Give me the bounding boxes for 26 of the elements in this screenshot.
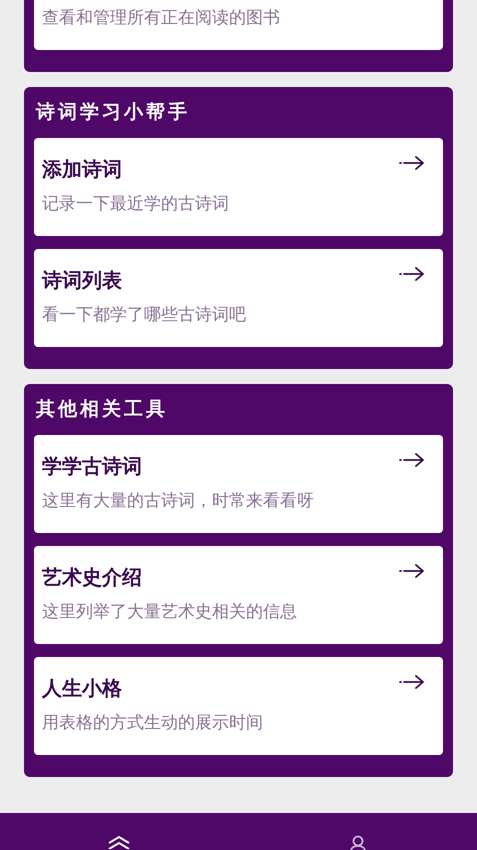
card-subtitle: 用表格的方式生动的展示时间: [42, 712, 263, 735]
card-subtitle: 查看和管理所有正在阅读的图书: [42, 8, 280, 28]
arrow-right-icon: [399, 267, 425, 281]
tool-card[interactable]: 添加诗词 记录一下最近学的古诗词: [34, 138, 443, 236]
card-title: 添加诗词: [42, 156, 123, 182]
card-title: 学学古诗词: [42, 453, 143, 479]
tool-card[interactable]: 诗词列表 看一下都学了哪些古诗词吧: [34, 249, 443, 347]
card-title: 艺术史介绍: [42, 564, 143, 590]
card-subtitle: 这里列举了大量艺术史相关的信息: [42, 601, 297, 624]
user-icon[interactable]: [350, 835, 366, 850]
card-subtitle: 记录一下最近学的古诗词: [42, 193, 229, 216]
arrow-right-icon: [399, 675, 425, 689]
arrow-right-icon: [399, 453, 425, 467]
chevrons-up-icon[interactable]: [107, 835, 132, 849]
card-subtitle: 看一下都学了哪些古诗词吧: [42, 304, 246, 327]
tool-card[interactable]: 艺术史介绍 这里列举了大量艺术史相关的信息: [34, 546, 443, 644]
card-title: 人生小格: [42, 675, 123, 701]
card-subtitle: 这里有大量的古诗词，时常来看看呀: [42, 490, 314, 513]
tool-card[interactable]: 学学古诗词 这里有大量的古诗词，时常来看看呀: [34, 435, 443, 533]
arrow-right-icon: [399, 156, 425, 170]
arrow-right-icon: [399, 564, 425, 578]
section-title: 其他相关工具: [36, 397, 168, 422]
card-title: 诗词列表: [42, 267, 123, 293]
tool-card[interactable]: 人生小格 用表格的方式生动的展示时间: [34, 657, 443, 755]
tool-card[interactable]: 查看和管理所有正在阅读的图书: [34, 0, 443, 50]
section-title: 诗词学习小帮手: [36, 100, 190, 126]
